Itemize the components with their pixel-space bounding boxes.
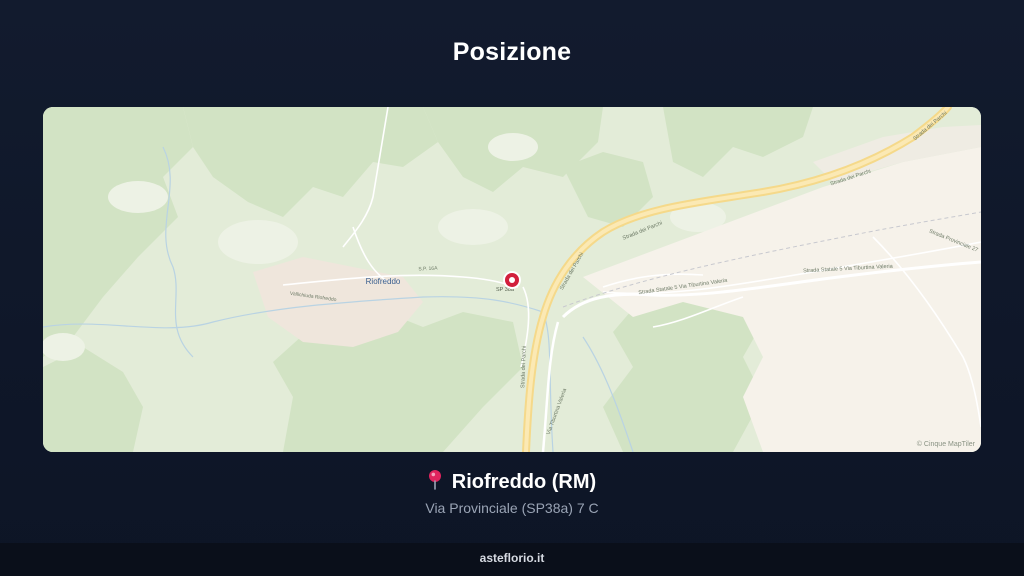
page-title: Posizione	[452, 38, 572, 66]
location-marker-icon[interactable]	[503, 271, 521, 289]
label-road-sp16a: S.P. 16A	[418, 265, 438, 272]
footer-site[interactable]: asteflorio.it	[480, 551, 545, 565]
map-canvas[interactable]: Riofreddo Vallichiuda Riofreddo S.P. 16A…	[43, 107, 981, 452]
footer: asteflorio.it	[0, 543, 1024, 576]
label-town: Riofreddo	[366, 277, 401, 286]
map-pin-icon	[428, 470, 442, 490]
location-name: Riofreddo (RM)	[451, 471, 597, 493]
map[interactable]: Riofreddo Vallichiuda Riofreddo S.P. 16A…	[43, 107, 981, 452]
page: Posizione Riofreddo Vallichiuda Riofredd…	[0, 0, 1024, 576]
location-title: Riofreddo (RM)	[0, 470, 1024, 494]
location-address: Via Provinciale (SP38a) 7 C	[425, 500, 599, 516]
map-attribution: © Cinque MapTiler	[916, 441, 975, 448]
